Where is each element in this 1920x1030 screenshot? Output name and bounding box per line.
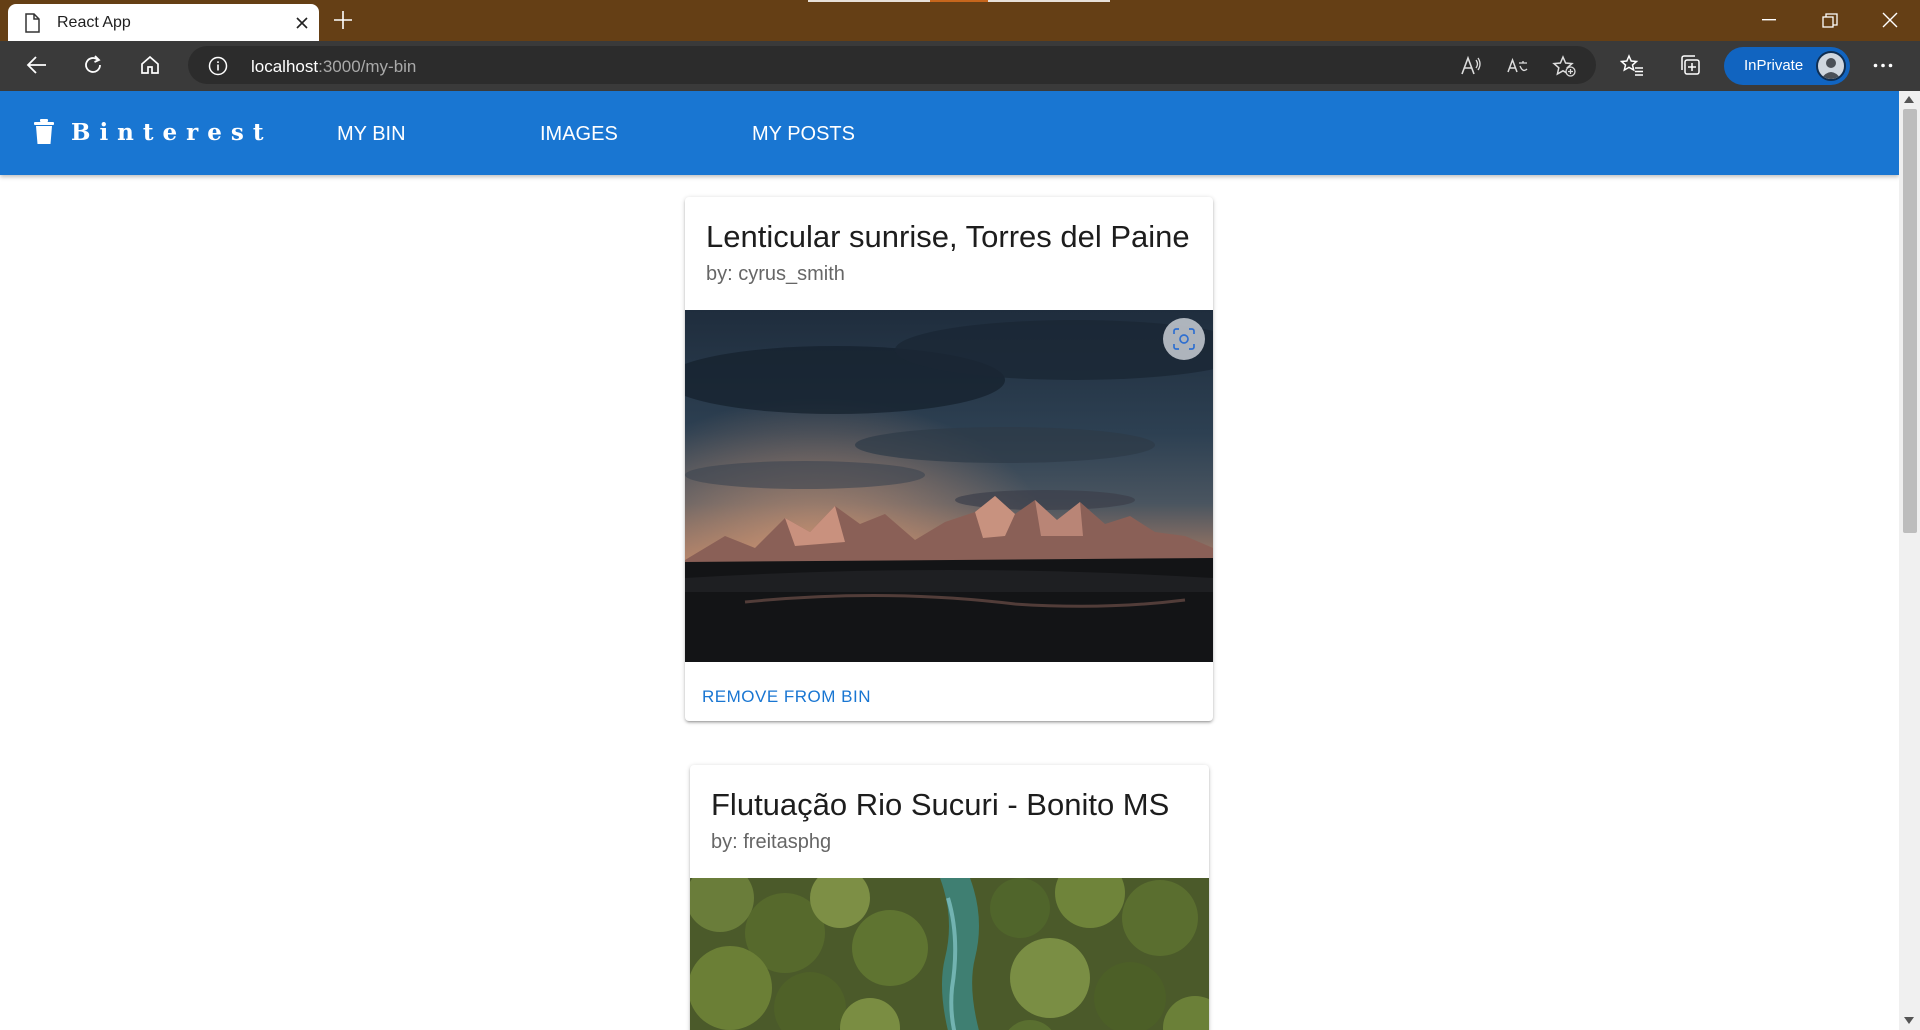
profile-person-icon	[1821, 58, 1841, 79]
site-info-icon[interactable]	[208, 56, 228, 76]
inprivate-label: InPrivate	[1744, 57, 1804, 74]
titlebar-accent	[808, 0, 1110, 2]
add-favorite-icon[interactable]	[1552, 55, 1576, 77]
browser-toolbar: localhost:3000/my-bin InPrivate	[0, 41, 1920, 91]
post-image[interactable]	[690, 878, 1209, 1030]
inprivate-button[interactable]: InPrivate	[1724, 47, 1850, 85]
visual-search-button[interactable]	[1163, 318, 1205, 360]
favorites-icon[interactable]	[1620, 54, 1644, 76]
visual-search-icon	[1173, 328, 1195, 350]
restore-icon[interactable]	[1822, 13, 1838, 29]
page-viewport: Binterest MY BIN IMAGES MY POSTS Lenticu…	[0, 91, 1899, 1030]
page-icon	[25, 13, 40, 33]
read-aloud-icon[interactable]	[1460, 55, 1482, 77]
post-card: Lenticular sunrise, Torres del Paine by:…	[685, 197, 1213, 721]
mountain-sunrise-photo	[685, 310, 1213, 662]
post-image[interactable]	[685, 310, 1213, 662]
back-icon[interactable]	[26, 54, 48, 76]
brand-name: Binterest	[71, 119, 273, 146]
river-forest-photo	[690, 878, 1209, 1030]
home-icon[interactable]	[139, 54, 161, 76]
page-scrollbar[interactable]	[1899, 91, 1920, 1030]
post-title: Lenticular sunrise, Torres del Paine	[706, 219, 1190, 254]
profile-avatar	[1816, 51, 1846, 81]
scrollbar-thumb[interactable]	[1903, 109, 1917, 533]
post-author: by: freitasphg	[711, 831, 832, 853]
collections-icon[interactable]	[1679, 54, 1701, 76]
close-tab-icon[interactable]	[295, 16, 309, 30]
remove-from-bin-button[interactable]: REMOVE FROM BIN	[702, 687, 871, 707]
tab-title: React App	[57, 14, 131, 31]
browser-titlebar: React App	[0, 0, 1920, 41]
app-header: Binterest MY BIN IMAGES MY POSTS	[0, 91, 1899, 175]
scroll-down-icon[interactable]	[1904, 1017, 1914, 1024]
trash-icon	[34, 119, 54, 144]
minimize-icon[interactable]	[1762, 19, 1776, 21]
post-card: Flutuação Rio Sucuri - Bonito MS by: fre…	[690, 765, 1209, 1030]
new-tab-icon[interactable]	[333, 10, 353, 30]
url-text[interactable]: localhost:3000/my-bin	[251, 57, 416, 77]
address-bar[interactable]: localhost:3000/my-bin	[188, 46, 1596, 84]
translate-icon[interactable]	[1506, 55, 1528, 77]
scroll-up-icon[interactable]	[1904, 96, 1914, 103]
more-options-icon[interactable]	[1873, 63, 1893, 68]
refresh-icon[interactable]	[82, 54, 104, 76]
nav-images[interactable]: IMAGES	[540, 123, 618, 146]
post-author: by: cyrus_smith	[706, 263, 845, 285]
nav-my-posts[interactable]: MY POSTS	[752, 123, 855, 146]
browser-tab[interactable]: React App	[8, 4, 319, 41]
nav-my-bin[interactable]: MY BIN	[337, 123, 406, 146]
post-title: Flutuação Rio Sucuri - Bonito MS	[711, 787, 1170, 822]
close-window-icon[interactable]	[1882, 12, 1898, 28]
